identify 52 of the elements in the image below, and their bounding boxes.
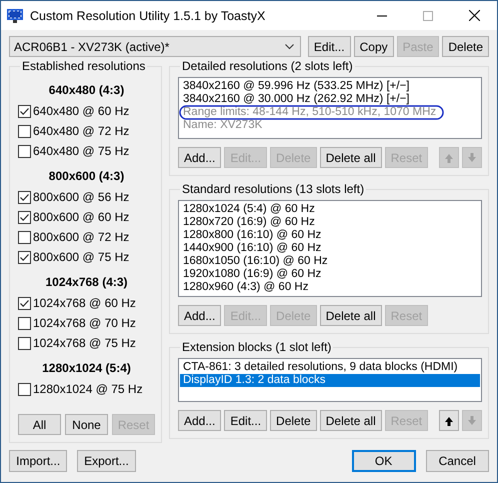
button[interactable]: Delete [442, 36, 489, 57]
list-box[interactable]: 3840x2160 @ 59.996 Hz (533.25 MHz) [+/−] 3840x2160 @ 30.000 Hz (262.92 MHz) [+/−] Range limits: 48-144 Hz, 510-510 kHz, 1070 MHz Name: XV273K [178, 77, 482, 139]
button[interactable]: Export... [77, 450, 136, 472]
group-title: Established resolutions [21, 59, 146, 73]
button[interactable]: Delete all [320, 147, 382, 168]
list-item[interactable]: 1280x1024 (5:4) @ 60 Hz [180, 203, 315, 216]
button[interactable]: Edit... [308, 36, 351, 57]
button[interactable]: None [65, 414, 108, 435]
checkbox-label[interactable]: 640x480 @ 72 Hz [33, 124, 130, 138]
button[interactable]: Import... [9, 450, 68, 472]
group-heading: 640x480 (4:3) [48, 83, 126, 97]
list-item[interactable]: 3840x2160 @ 30.000 Hz (262.92 MHz) [+/−] [180, 93, 410, 106]
list-item[interactable]: 3840x2160 @ 59.996 Hz (533.25 MHz) [+/−] [180, 80, 410, 93]
button[interactable]: Delete all [320, 305, 382, 326]
list-item[interactable]: 1440x900 (16:10) @ 60 Hz [180, 242, 322, 255]
checkbox-label[interactable]: 1024x768 @ 75 Hz [33, 336, 136, 350]
checkbox-label[interactable]: 1024x768 @ 60 Hz [33, 296, 136, 310]
list-item[interactable]: 1280x720 (16:9) @ 60 Hz [180, 216, 315, 229]
checkbox-label[interactable]: 800x600 @ 60 Hz [33, 210, 130, 224]
button[interactable]: Edit... [224, 410, 268, 431]
checkbox-label[interactable]: 800x600 @ 72 Hz [33, 230, 130, 244]
group-heading: 800x600 (4:3) [48, 169, 126, 183]
monitor-dropdown[interactable]: ACR06B1 - XV273K (active)* [9, 36, 301, 57]
button[interactable]: Delete all [320, 410, 382, 431]
list-item[interactable]: CTA-861: 3 detailed resolutions, 9 data blocks (HDMI) [180, 361, 458, 374]
list-item[interactable]: 1280x800 (16:10) @ 60 Hz [180, 229, 322, 242]
list-box[interactable]: CTA-861: 3 detailed resolutions, 9 data blocks (HDMI) DisplayID 1.3: 2 data blocks [178, 358, 482, 402]
button[interactable]: Delete [270, 410, 317, 431]
checkbox-label[interactable]: 800x600 @ 56 Hz [33, 190, 130, 204]
group-heading: 1024x768 (4:3) [44, 275, 129, 289]
group-title: Extension blocks (1 slot left) [181, 340, 332, 354]
list-box[interactable]: 1280x1024 (5:4) @ 60 Hz 1280x720 (16:9) @ 60 Hz 1280x800 (16:10) @ 60 Hz 1440x900 (16:10) @ 60 Hz 1680x1050 (16:10) @ 60 Hz 1920x1080 (16:9) @ 60 Hz 1280x960 (4:3) @ 60 Hz [178, 200, 482, 297]
checkbox-label[interactable]: 1024x768 @ 70 Hz [33, 316, 136, 330]
checkbox-label[interactable]: 1280x1024 @ 75 Hz [33, 382, 143, 396]
checkbox-label[interactable]: 640x480 @ 60 Hz [33, 104, 130, 118]
button[interactable]: All [18, 414, 61, 435]
button[interactable]: Add... [178, 410, 222, 431]
list-item[interactable]: DisplayID 1.3: 2 data blocks [180, 374, 480, 387]
list-item[interactable]: 1680x1050 (16:10) @ 60 Hz [180, 255, 328, 268]
group-heading: 1280x1024 (5:4) [41, 361, 132, 375]
button[interactable]: OK [352, 450, 416, 472]
window-title: Custom Resolution Utility 1.5.1 by ToastyX [30, 8, 266, 22]
checkbox-label[interactable]: 640x480 @ 75 Hz [33, 144, 130, 158]
button[interactable]: Copy [354, 36, 394, 57]
checkbox-label[interactable]: 800x600 @ 75 Hz [33, 250, 130, 264]
list-item[interactable]: 1280x960 (4:3) @ 60 Hz [180, 281, 308, 294]
group-title: Standard resolutions (13 slots left) [181, 182, 366, 196]
list-item[interactable]: 1920x1080 (16:9) @ 60 Hz [180, 268, 322, 281]
button[interactable]: Add... [178, 305, 222, 326]
button[interactable]: Cancel [426, 450, 489, 472]
button[interactable]: Add... [178, 147, 222, 168]
group-title: Detailed resolutions (2 slots left) [181, 59, 354, 73]
